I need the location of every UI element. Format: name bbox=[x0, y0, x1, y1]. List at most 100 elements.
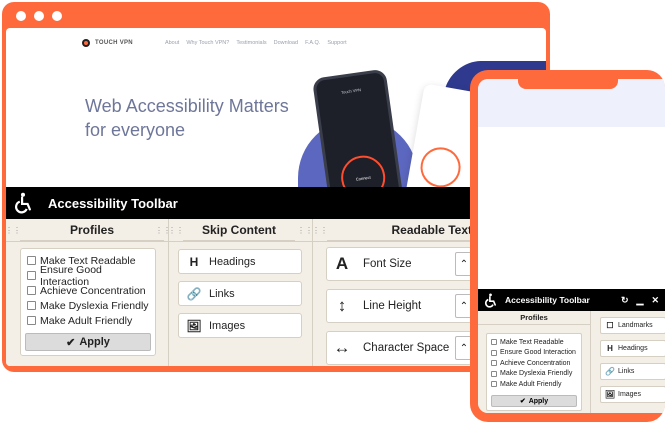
phone-mock-title: Touch VPN bbox=[340, 87, 362, 95]
hero-title-line1: Web Accessibility Matters bbox=[85, 96, 289, 116]
readable-text-heading-label: Readable Text bbox=[391, 222, 472, 237]
mobile-toolbar-header: Accessibility Toolbar ↻ ▁ ✕ bbox=[478, 289, 665, 311]
column-divider bbox=[590, 311, 591, 413]
checkbox[interactable] bbox=[27, 286, 36, 295]
mobile-profiles-heading: Profiles bbox=[478, 311, 590, 325]
window-dot bbox=[16, 11, 26, 21]
checkbox[interactable] bbox=[491, 370, 497, 377]
connect-ring-icon bbox=[417, 144, 464, 191]
skip-headings-button[interactable]: H Headings bbox=[600, 340, 665, 357]
skip-images-button[interactable]: 🖼 Images bbox=[600, 386, 665, 403]
skip-links-button[interactable]: 🔗 Links bbox=[178, 281, 302, 306]
profile-option[interactable]: Ensure Good Interaction bbox=[27, 264, 149, 288]
heading-divider bbox=[6, 241, 546, 242]
line-height-button[interactable]: ↕ Line Height ⌃ bbox=[326, 289, 474, 323]
character-space-label: Character Space bbox=[363, 342, 450, 354]
brand-logo[interactable]: TOUCH VPN bbox=[82, 39, 133, 47]
skip-links-label: Links bbox=[209, 287, 235, 300]
close-icon[interactable]: ✕ bbox=[651, 295, 659, 306]
image-icon: 🖼 bbox=[186, 318, 202, 333]
skip-content-heading-label: Skip Content bbox=[202, 222, 276, 237]
wheelchair-icon-svg bbox=[15, 192, 31, 214]
toolbar-body: ⋮⋮ Profiles ⋮⋮ ⋮⋮ Skip Content ⋮⋮ ⋮⋮ Rea… bbox=[6, 219, 546, 366]
skip-landmarks-label: Landmarks bbox=[618, 322, 653, 329]
checkbox[interactable] bbox=[491, 349, 497, 356]
mobile-apply-label: Apply bbox=[528, 397, 549, 405]
mobile-toolbar-body: Profiles Make Text Readable Ensure Good … bbox=[478, 311, 665, 413]
skip-headings-button[interactable]: H Headings bbox=[178, 249, 302, 274]
browser-screen: TOUCH VPN About Why Touch VPN? Testimoni… bbox=[6, 28, 546, 366]
profiles-heading: Profiles bbox=[20, 219, 164, 241]
checkbox[interactable] bbox=[27, 316, 36, 325]
brand-name: TOUCH VPN bbox=[95, 40, 133, 46]
skip-links-label: Links bbox=[618, 368, 635, 375]
drag-handle-icon[interactable]: ⋮⋮ bbox=[297, 219, 313, 241]
nav-link-download[interactable]: Download bbox=[274, 40, 298, 46]
font-size-button[interactable]: A Font Size ⌃ bbox=[326, 247, 474, 281]
checkbox[interactable] bbox=[27, 256, 36, 265]
skip-images-button[interactable]: 🖼 Images bbox=[178, 313, 302, 338]
skip-landmarks-button[interactable]: ☐ Landmarks bbox=[600, 317, 665, 334]
character-space-icon: ↔ bbox=[333, 338, 351, 357]
wheelchair-icon bbox=[6, 187, 40, 219]
site-nav: TOUCH VPN About Why Touch VPN? Testimoni… bbox=[6, 28, 546, 58]
mobile-apply-button[interactable]: ✔ Apply bbox=[491, 395, 577, 407]
brand-logo-icon bbox=[82, 39, 90, 47]
checkbox[interactable] bbox=[27, 301, 36, 310]
profile-option[interactable]: Achieve Concentration bbox=[27, 283, 149, 298]
phone-notch bbox=[518, 79, 618, 89]
stage: TOUCH VPN About Why Touch VPN? Testimoni… bbox=[0, 0, 665, 424]
profile-option[interactable]: Make Adult Friendly bbox=[27, 313, 149, 328]
wheelchair-icon bbox=[480, 293, 500, 308]
toolbar-header: Accessibility Toolbar i ↻ bbox=[6, 187, 546, 219]
hero-title-line2: for everyone bbox=[85, 120, 186, 140]
checkmark-icon: ✔ bbox=[519, 398, 526, 405]
landmark-icon: ☐ bbox=[606, 321, 614, 330]
nav-link-support[interactable]: Support bbox=[327, 40, 346, 46]
checkbox[interactable] bbox=[491, 381, 497, 388]
profile-option[interactable]: Make Dyslexia Friendly bbox=[491, 369, 577, 380]
drag-handle-icon[interactable]: ⋮⋮ bbox=[6, 219, 21, 241]
mobile-toolbar-title: Accessibility Toolbar bbox=[505, 295, 590, 305]
hero-title: Web Accessibility Matters for everyone bbox=[85, 94, 289, 142]
font-size-icon: A bbox=[335, 254, 349, 273]
skip-images-label: Images bbox=[209, 319, 246, 332]
wheelchair-icon-svg bbox=[484, 293, 496, 308]
profile-option[interactable]: Achieve Concentration bbox=[491, 358, 577, 369]
profile-option-label: Make Dyslexia Friendly bbox=[40, 299, 149, 312]
nav-link-about[interactable]: About bbox=[165, 40, 179, 46]
nav-link-testimonials[interactable]: Testimonials bbox=[236, 40, 266, 46]
phone-screen: Accessibility Toolbar ↻ ▁ ✕ Profiles Mak… bbox=[478, 79, 665, 413]
profile-option[interactable]: Ensure Good Interaction bbox=[491, 348, 577, 359]
window-dot bbox=[52, 11, 62, 21]
refresh-icon[interactable]: ↻ bbox=[621, 295, 629, 306]
window-dots bbox=[16, 11, 62, 21]
minimize-icon[interactable]: ▁ bbox=[637, 295, 644, 306]
checkmark-icon: ✔ bbox=[66, 336, 76, 349]
profile-option[interactable]: Make Dyslexia Friendly bbox=[27, 298, 149, 313]
toolbar-title: Accessibility Toolbar bbox=[48, 195, 178, 211]
checkbox[interactable] bbox=[491, 360, 497, 367]
skip-headings-label: Headings bbox=[209, 255, 256, 268]
link-icon: 🔗 bbox=[605, 367, 615, 376]
phone-frame: Accessibility Toolbar ↻ ▁ ✕ Profiles Mak… bbox=[470, 70, 665, 422]
mobile-toolbar-actions: ↻ ▁ ✕ bbox=[621, 289, 659, 311]
profile-option[interactable]: Make Adult Friendly bbox=[491, 379, 577, 390]
nav-link-faq[interactable]: F.A.Q. bbox=[305, 40, 320, 46]
browser-frame: TOUCH VPN About Why Touch VPN? Testimoni… bbox=[2, 2, 550, 372]
checkbox[interactable] bbox=[491, 339, 497, 346]
skip-headings-label: Headings bbox=[618, 345, 648, 352]
nav-links: About Why Touch VPN? Testimonials Downlo… bbox=[165, 40, 347, 46]
character-space-button[interactable]: ↔ Character Space ⌃ bbox=[326, 331, 474, 365]
skip-links-button[interactable]: 🔗 Links bbox=[600, 363, 665, 380]
skip-content-heading: Skip Content bbox=[183, 219, 295, 241]
phone-mock-connect-label: Connect bbox=[355, 174, 371, 182]
mobile-profiles-panel: Make Text Readable Ensure Good Interacti… bbox=[486, 333, 582, 411]
profile-option[interactable]: Make Text Readable bbox=[491, 337, 577, 348]
drag-handle-icon[interactable]: ⋮⋮ bbox=[312, 219, 328, 241]
apply-button[interactable]: ✔ Apply bbox=[25, 333, 151, 351]
checkbox[interactable] bbox=[27, 271, 36, 280]
skip-images-label: Images bbox=[618, 391, 641, 398]
drag-handle-icon[interactable]: ⋮⋮ bbox=[168, 219, 184, 241]
nav-link-why[interactable]: Why Touch VPN? bbox=[186, 40, 229, 46]
